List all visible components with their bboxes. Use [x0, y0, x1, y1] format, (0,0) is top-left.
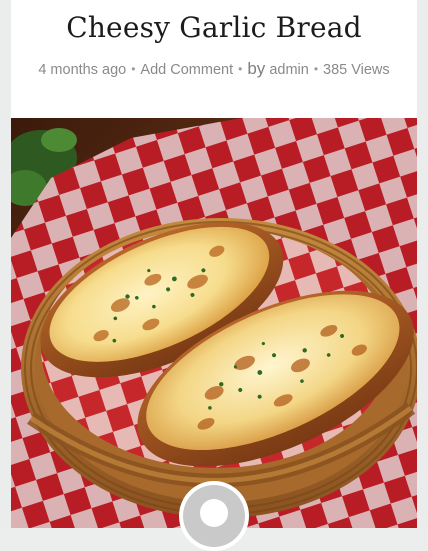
avatar-head: [200, 499, 228, 527]
author-avatar[interactable]: [179, 481, 249, 551]
garlic-bread-photo: [11, 118, 417, 528]
add-comment-link[interactable]: Add Comment: [140, 62, 233, 78]
post-date: 4 months ago: [38, 62, 127, 78]
featured-image[interactable]: [11, 118, 417, 528]
meta-separator: •: [238, 62, 243, 76]
user-avatar-icon: [183, 485, 245, 547]
by-label: by: [247, 59, 266, 78]
meta-separator: •: [131, 62, 136, 76]
view-count: 385 Views: [323, 62, 390, 78]
author-link[interactable]: admin: [269, 62, 309, 78]
meta-separator: •: [313, 62, 319, 76]
post-title: Cheesy Garlic Bread: [66, 11, 362, 44]
post-meta: 4 months ago • Add Comment • by admin • 385 Vi…: [11, 58, 417, 81]
